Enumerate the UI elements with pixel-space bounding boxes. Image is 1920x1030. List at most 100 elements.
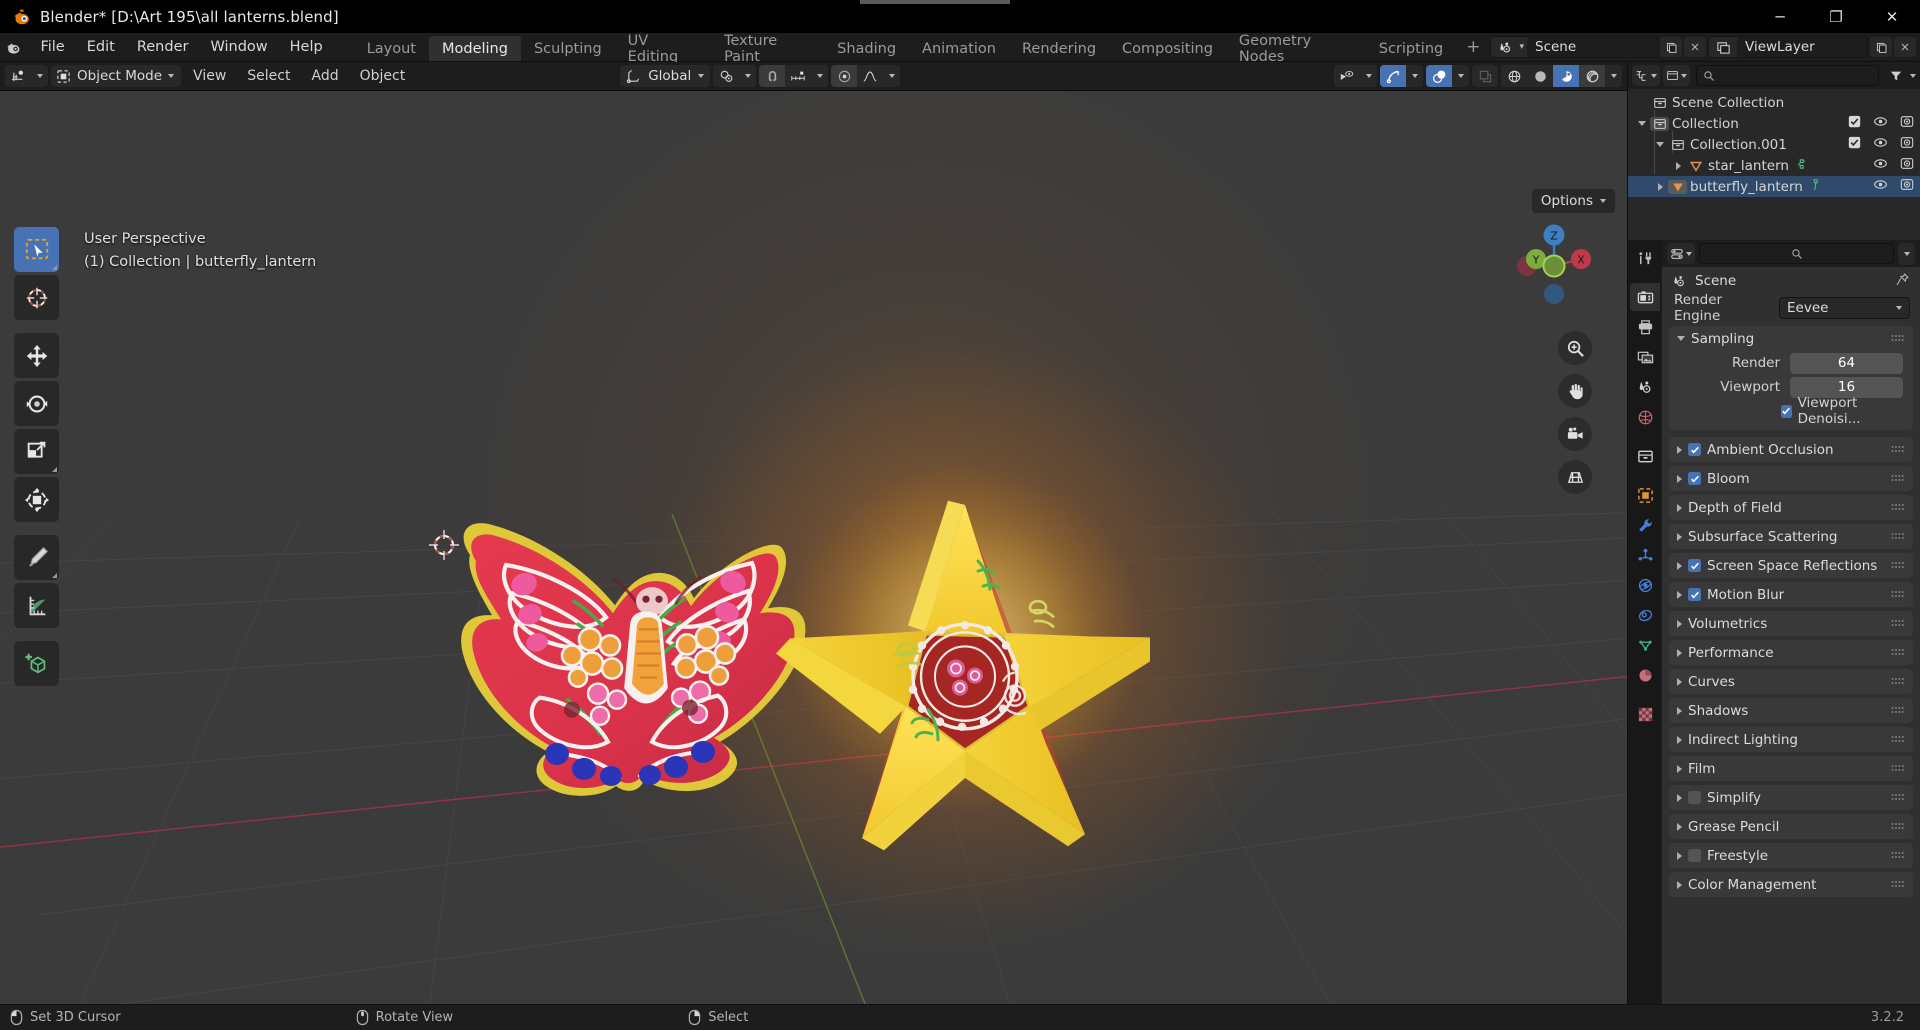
panel-simplify[interactable]: Simplify (1669, 785, 1913, 810)
menu-edit[interactable]: Edit (76, 33, 126, 61)
outliner-filter-chevron-down-icon[interactable] (1910, 73, 1916, 78)
workspace-tab-sculpting[interactable]: Sculpting (521, 36, 615, 61)
hide-in-viewport-eye-icon[interactable] (1873, 178, 1888, 195)
workspace-tab-uv-editing[interactable]: UV Editing (615, 33, 711, 65)
panel-curves[interactable]: Curves (1669, 669, 1913, 694)
render-engine-chevron-down-icon[interactable] (1896, 306, 1902, 310)
viewport-menu-select[interactable]: Select (238, 65, 299, 87)
object-visibility-eye-icon[interactable] (1334, 65, 1360, 87)
menu-render[interactable]: Render (126, 33, 200, 61)
add-workspace-button[interactable]: + (1456, 33, 1490, 61)
disclosure-triangle-closed-icon[interactable] (1677, 822, 1682, 831)
panel-header[interactable]: Curves (1669, 669, 1913, 694)
workspace-tab-texture-paint[interactable]: Texture Paint (711, 33, 824, 65)
pivot-point-selector[interactable] (713, 65, 757, 87)
properties-type-chevron-down-icon[interactable] (1686, 251, 1692, 256)
outliner-editor-type-selector[interactable] (1632, 65, 1660, 86)
disclosure-triangle-closed-icon[interactable] (1677, 880, 1682, 889)
properties-tab-material[interactable] (1630, 661, 1660, 689)
disclosure-triangle-closed-icon[interactable] (1670, 161, 1686, 170)
scene-chevron-down-icon[interactable]: ▾ (1519, 42, 1524, 52)
new-viewlayer-button[interactable] (1870, 37, 1892, 57)
orientation-chevron-down-icon[interactable] (698, 74, 705, 78)
shading-mode-group[interactable] (1501, 65, 1622, 87)
properties-tab-output[interactable] (1630, 313, 1660, 341)
panel-header[interactable]: Performance (1669, 640, 1913, 665)
sampling-panel-header[interactable]: Sampling (1669, 326, 1913, 351)
disclosure-triangle-closed-icon[interactable] (1677, 735, 1682, 744)
options-chevron-down-icon[interactable] (1600, 199, 1606, 203)
editor-type-3d-viewport-icon[interactable] (5, 65, 31, 87)
toggle-xray-icon[interactable] (1472, 65, 1498, 87)
workspace-tab-modeling[interactable]: Modeling (428, 36, 521, 61)
maximize-button[interactable]: ❐ (1808, 0, 1864, 33)
disclosure-triangle-open-icon[interactable] (1634, 121, 1650, 126)
properties-options-chevron-down-icon[interactable] (1898, 242, 1915, 265)
panel-header[interactable]: Bloom (1669, 466, 1913, 491)
shading-chevron-down-icon[interactable] (1605, 65, 1622, 87)
viewport-3d-canvas[interactable]: User Perspective (1) Collection | butter… (0, 91, 1627, 1004)
workspace-tab-animation[interactable]: Animation (909, 36, 1009, 61)
outliner-tree[interactable]: Scene Collection Collection Collection.0… (1628, 89, 1920, 240)
panel-indirect-lighting[interactable]: Indirect Lighting (1669, 727, 1913, 752)
exclude-checkbox[interactable] (1848, 136, 1861, 153)
measure-tool[interactable] (14, 583, 59, 628)
disable-in-render-camera-icon[interactable] (1900, 178, 1914, 195)
snap-increment-icon[interactable] (785, 65, 812, 87)
properties-tab-collection[interactable] (1630, 442, 1660, 470)
panel-motion-blur[interactable]: Motion Blur (1669, 582, 1913, 607)
panel-volumetrics[interactable]: Volumetrics (1669, 611, 1913, 636)
panel-screen-space-reflections[interactable]: Screen Space Reflections (1669, 553, 1913, 578)
rotate-tool[interactable] (14, 381, 59, 426)
hide-in-viewport-eye-icon[interactable] (1873, 157, 1888, 174)
outliner-display-mode-selector[interactable] (1663, 65, 1690, 86)
render-samples-field[interactable]: 64 (1790, 352, 1903, 374)
disclosure-triangle-closed-icon[interactable] (1677, 503, 1682, 512)
scene-name-field[interactable]: Scene (1527, 37, 1657, 57)
pan-hand-icon[interactable] (1558, 374, 1592, 408)
workspace-tab-rendering[interactable]: Rendering (1009, 36, 1109, 61)
render-engine-dropdown[interactable]: Eevee (1779, 297, 1910, 319)
panel-header[interactable]: Subsurface Scattering (1669, 524, 1913, 549)
shading-material-preview-icon[interactable] (1553, 65, 1579, 87)
disclosure-triangle-closed-icon[interactable] (1677, 445, 1682, 454)
workspace-tab-compositing[interactable]: Compositing (1109, 36, 1226, 61)
panel-header[interactable]: Film (1669, 756, 1913, 781)
panel-performance[interactable]: Performance (1669, 640, 1913, 665)
panel-header[interactable]: Depth of Field (1669, 495, 1913, 520)
outliner-row-star-lantern[interactable]: star_lantern (1628, 155, 1920, 176)
menu-window[interactable]: Window (199, 33, 278, 61)
panel-header[interactable]: Grease Pencil (1669, 814, 1913, 839)
disclosure-triangle-closed-icon[interactable] (1677, 619, 1682, 628)
editor-type-chevron-down-icon[interactable] (31, 65, 48, 87)
outliner-search-input[interactable] (1696, 65, 1879, 86)
panel-header[interactable]: Indirect Lighting (1669, 727, 1913, 752)
panel-subsurface-scattering[interactable]: Subsurface Scattering (1669, 524, 1913, 549)
navigation-gizmo[interactable]: Y X Z (1511, 223, 1597, 309)
sampling-disclosure-open-icon[interactable] (1677, 336, 1685, 341)
overlays-toggle-group[interactable] (1426, 65, 1469, 87)
disable-in-render-camera-icon[interactable] (1900, 157, 1914, 174)
viewport-menu-add[interactable]: Add (302, 65, 347, 87)
snapping-group[interactable] (759, 65, 829, 87)
panel-header[interactable]: Freestyle (1669, 843, 1913, 868)
outliner-row-butterfly-lantern[interactable]: butterfly_lantern (1628, 176, 1920, 197)
disable-in-render-camera-icon[interactable] (1900, 136, 1914, 153)
panel-checkbox[interactable] (1688, 849, 1701, 862)
falloff-chevron-down-icon[interactable] (883, 65, 901, 87)
pivot-point-icon[interactable] (713, 65, 740, 87)
disclosure-triangle-closed-icon[interactable] (1677, 677, 1682, 686)
viewport-menu-view[interactable]: View (184, 65, 235, 87)
disable-in-render-camera-icon[interactable] (1900, 115, 1914, 132)
remove-viewlayer-button[interactable] (1894, 37, 1916, 57)
workspace-tab-scripting[interactable]: Scripting (1366, 36, 1456, 61)
properties-tab-render[interactable] (1630, 283, 1660, 311)
disclosure-triangle-closed-icon[interactable] (1677, 706, 1682, 715)
pin-icon[interactable] (1895, 272, 1910, 291)
visibility-chevron-down-icon[interactable] (1360, 65, 1377, 87)
snap-chevron-down-icon[interactable] (811, 65, 829, 87)
outliner-row-scene-collection[interactable]: Scene Collection (1628, 92, 1920, 113)
menu-file[interactable]: File (29, 33, 75, 61)
xray-toggle-group[interactable] (1472, 65, 1498, 87)
viewport-denoising-checkbox[interactable] (1780, 404, 1792, 418)
